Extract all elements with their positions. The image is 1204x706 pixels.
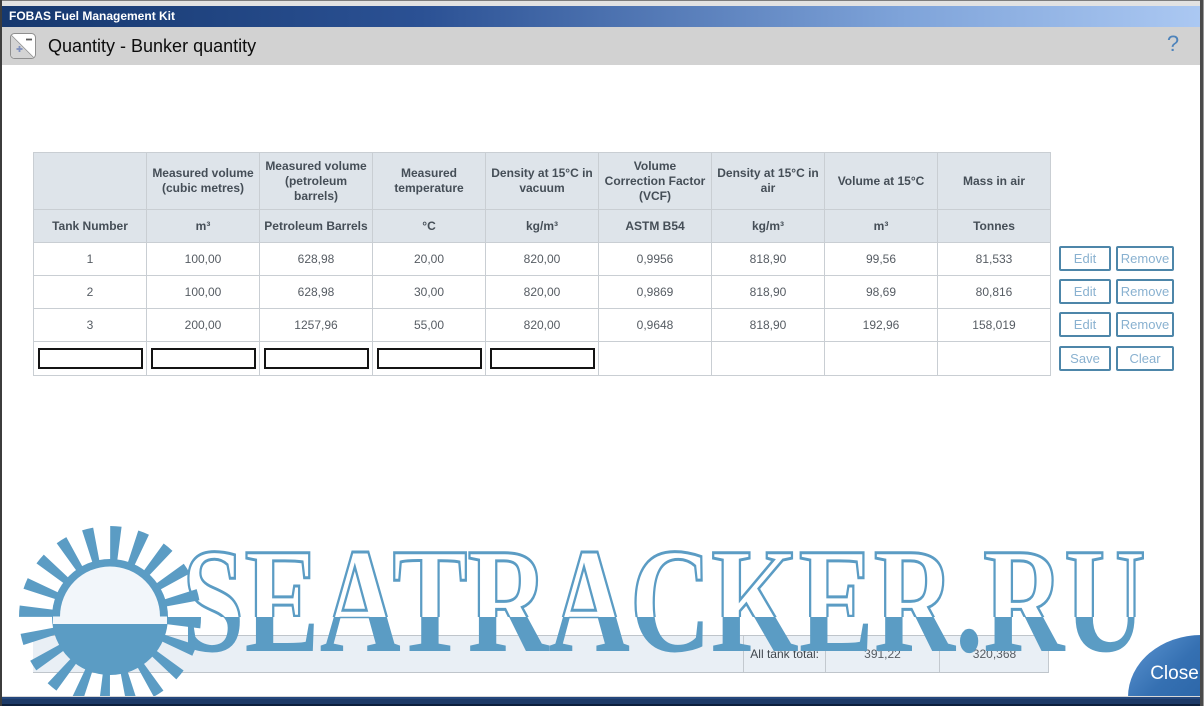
column-group-header: Volume at 15°C (825, 153, 938, 210)
save-button[interactable]: Save (1059, 346, 1111, 371)
table-cell: 192,96 (825, 309, 938, 342)
table-cell: 100,00 (147, 243, 260, 276)
column-unit-header: kg/m³ (712, 210, 825, 243)
totals-label: All tank total: (743, 636, 825, 672)
table-cell: 818,90 (712, 243, 825, 276)
table-cell: 818,90 (712, 309, 825, 342)
table-cell (599, 342, 712, 376)
table-cell: 818,90 (712, 276, 825, 309)
table-cell: 820,00 (486, 243, 599, 276)
column-group-header: Measured volume (cubic metres) (147, 153, 260, 210)
edit-button-row-1[interactable]: Edit (1059, 246, 1111, 271)
new-tank-number-input[interactable] (38, 348, 143, 369)
window-titlebar: FOBAS Fuel Management Kit (2, 6, 1200, 27)
new-volume-barrels-input[interactable] (264, 348, 369, 369)
table-cell: 100,00 (147, 276, 260, 309)
page-title: Quantity - Bunker quantity (48, 27, 256, 65)
help-button[interactable]: ? (1160, 31, 1186, 61)
bunker-quantity-table: Measured volume (cubic metres) Measured … (33, 152, 1051, 376)
column-unit-header: kg/m³ (486, 210, 599, 243)
column-unit-header: ASTM B54 (599, 210, 712, 243)
table-cell: 1 (34, 243, 147, 276)
new-density-vacuum-input[interactable] (490, 348, 595, 369)
table-cell (938, 342, 1051, 376)
column-group-header: Volume Correction Factor (VCF) (599, 153, 712, 210)
clear-button[interactable]: Clear (1116, 346, 1174, 371)
column-unit-header: Tank Number (34, 210, 147, 243)
column-unit-header: Tonnes (938, 210, 1051, 243)
window-frame-bottom (0, 696, 1204, 706)
table-cell: 3 (34, 309, 147, 342)
column-group-header: Density at 15°C in vacuum (486, 153, 599, 210)
column-unit-header: m³ (147, 210, 260, 243)
table-cell: 628,98 (260, 243, 373, 276)
table-cell: 20,00 (373, 243, 486, 276)
table-cell: 80,816 (938, 276, 1051, 309)
new-volume-m3-input[interactable] (151, 348, 256, 369)
column-group-header: Measured volume (petroleum barrels) (260, 153, 373, 210)
totals-mass-in-air: 320,368 (939, 636, 1049, 672)
table-cell: 98,69 (825, 276, 938, 309)
table-cell: 820,00 (486, 309, 599, 342)
table-cell: 820,00 (486, 276, 599, 309)
totals-row: All tank total: 391,22 320,368 (33, 635, 1049, 673)
totals-volume-at-15c: 391,22 (825, 636, 939, 672)
column-group-header: Density at 15°C in air (712, 153, 825, 210)
column-unit-header: Petroleum Barrels (260, 210, 373, 243)
column-group-header (34, 153, 147, 210)
table-cell: 81,533 (938, 243, 1051, 276)
remove-button-row-2[interactable]: Remove (1116, 279, 1174, 304)
remove-button-row-3[interactable]: Remove (1116, 312, 1174, 337)
table-cell: 0,9956 (599, 243, 712, 276)
column-unit-header: °C (373, 210, 486, 243)
column-group-header: Mass in air (938, 153, 1051, 210)
table-cell: 200,00 (147, 309, 260, 342)
table-cell: 30,00 (373, 276, 486, 309)
window-frame-left (0, 0, 2, 706)
window-frame-right (1200, 0, 1204, 706)
column-unit-header: m³ (825, 210, 938, 243)
edit-button-row-3[interactable]: Edit (1059, 312, 1111, 337)
new-temperature-input[interactable] (377, 348, 482, 369)
table-cell: 0,9869 (599, 276, 712, 309)
column-group-header: Measured temperature (373, 153, 486, 210)
table-cell (712, 342, 825, 376)
table-cell: 55,00 (373, 309, 486, 342)
window-frame-top (0, 0, 1204, 6)
content-area: Measured volume (cubic metres) Measured … (2, 65, 1200, 697)
app-window: FOBAS Fuel Management Kit Quantity - Bun… (0, 0, 1204, 706)
remove-button-row-1[interactable]: Remove (1116, 246, 1174, 271)
table-cell: 628,98 (260, 276, 373, 309)
edit-button-row-2[interactable]: Edit (1059, 279, 1111, 304)
quantity-icon (10, 33, 36, 59)
table-cell: 158,019 (938, 309, 1051, 342)
table-cell (825, 342, 938, 376)
table-cell: 2 (34, 276, 147, 309)
table-cell: 99,56 (825, 243, 938, 276)
window-title: FOBAS Fuel Management Kit (9, 9, 175, 23)
table-cell: 0,9648 (599, 309, 712, 342)
table-cell: 1257,96 (260, 309, 373, 342)
